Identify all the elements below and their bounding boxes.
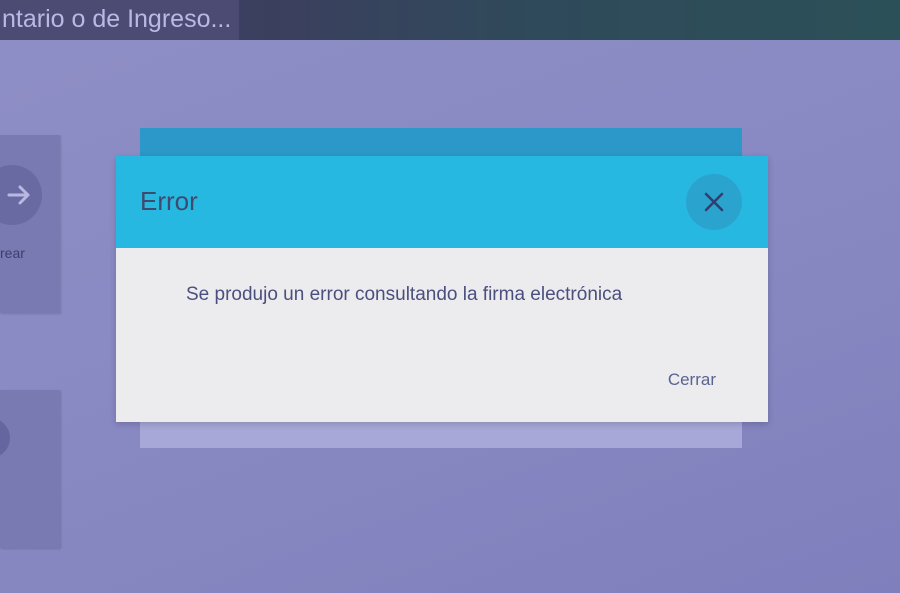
dialog-message: Se produjo un error consultando la firma… — [186, 284, 623, 305]
window-title-bar: ntario o de Ingreso... — [0, 0, 900, 40]
side-card-label: rear — [0, 245, 25, 261]
window-title: ntario o de Ingreso... — [0, 0, 240, 40]
close-dialog-button[interactable]: Cerrar — [668, 370, 716, 390]
dialog-title: Error — [140, 186, 198, 216]
close-icon — [704, 192, 724, 212]
side-card-secondary[interactable] — [0, 390, 60, 548]
side-card-create[interactable]: rear — [0, 135, 60, 313]
circle-icon — [0, 418, 10, 458]
arrow-right-icon — [0, 165, 42, 225]
dialog-header: Error — [116, 156, 768, 248]
error-dialog: Error Se produjo un error consultando la… — [116, 156, 768, 422]
close-button[interactable] — [686, 174, 742, 230]
